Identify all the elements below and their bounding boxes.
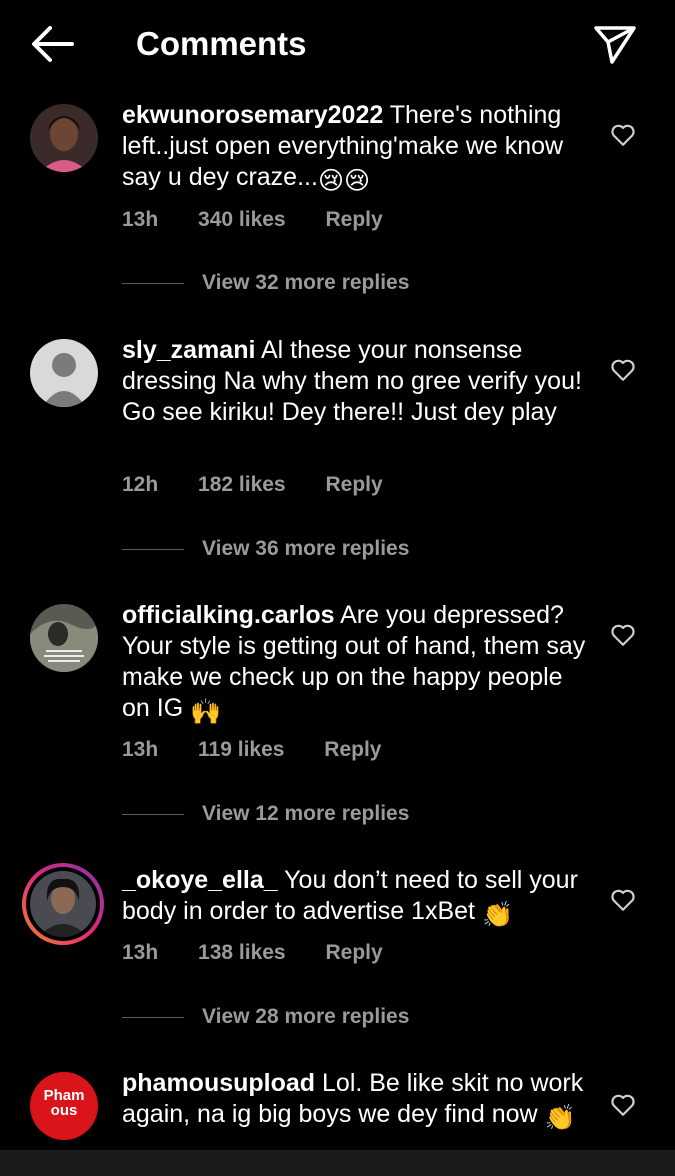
comment-text: sly_zamani Al these your nonsense dressi…: [122, 336, 582, 426]
view-replies-button[interactable]: View 32 more replies: [122, 271, 409, 295]
likes-count[interactable]: 119 likes: [198, 738, 284, 761]
avatar[interactable]: [30, 604, 98, 672]
reply-button[interactable]: Reply: [325, 208, 382, 231]
avatar[interactable]: Pham ous: [30, 1072, 98, 1140]
comment-time: 13h: [122, 941, 159, 964]
comment-username[interactable]: _okoye_ella_: [122, 866, 278, 894]
paper-plane-icon: [594, 26, 636, 64]
comment-text: phamousupload Lol. Be like skit no work …: [122, 1069, 584, 1132]
comment-username[interactable]: officialking.carlos: [122, 601, 335, 629]
heart-icon[interactable]: [610, 1092, 636, 1118]
heart-icon[interactable]: [610, 887, 636, 913]
comment-time: 12h: [122, 473, 159, 496]
clapping-hands-emoji-icon: 👏: [544, 1104, 576, 1132]
comment-time: 13h: [122, 208, 159, 231]
comment-username[interactable]: phamousupload: [122, 1069, 315, 1097]
reply-button[interactable]: Reply: [325, 941, 382, 964]
avatar[interactable]: [30, 339, 98, 407]
heart-icon[interactable]: [610, 357, 636, 383]
comment-meta: 13h 340 likes Reply: [122, 208, 417, 232]
arrow-left-icon: [32, 26, 74, 62]
back-button[interactable]: [28, 22, 78, 66]
comment-username[interactable]: ekwunorosemary2022: [122, 101, 383, 129]
comment-username[interactable]: sly_zamani: [122, 336, 255, 364]
share-button[interactable]: [590, 20, 638, 68]
comment-text: ekwunorosemary2022 There's nothing left.…: [122, 101, 564, 195]
crying-emoji-icon: 😢😢: [317, 167, 371, 195]
likes-count[interactable]: 340 likes: [198, 208, 286, 231]
reply-button[interactable]: Reply: [324, 738, 381, 761]
comment-text: officialking.carlos Are you depressed? Y…: [122, 601, 586, 726]
likes-count[interactable]: 138 likes: [198, 941, 286, 964]
heart-icon[interactable]: [610, 122, 636, 148]
phamous-logo-text: Pham ous: [43, 1087, 85, 1119]
comment-meta: 13h 119 likes Reply: [122, 738, 415, 762]
heart-icon[interactable]: [610, 622, 636, 648]
avatar-story-ring[interactable]: [22, 863, 104, 945]
raising-hands-emoji-icon: 🙌: [190, 698, 222, 726]
reply-button[interactable]: Reply: [325, 473, 382, 496]
view-replies-button[interactable]: View 36 more replies: [122, 537, 409, 561]
view-replies-button[interactable]: View 28 more replies: [122, 1005, 409, 1029]
likes-count[interactable]: 182 likes: [198, 473, 286, 496]
comment-time: 13h: [122, 738, 159, 761]
header: Comments: [0, 0, 675, 88]
clapping-hands-emoji-icon: 👏: [481, 901, 514, 929]
comment-meta: 13h 138 likes Reply: [122, 941, 417, 965]
avatar[interactable]: [30, 104, 98, 172]
comment-item: Pham ous phamousupload Lol. Be like skit…: [0, 1068, 675, 1150]
comment-text: _okoye_ella_ You don’t need to sell your…: [122, 866, 578, 929]
bottom-bar: [0, 1150, 675, 1176]
view-replies-button[interactable]: View 12 more replies: [122, 802, 409, 826]
page-title: Comments: [136, 25, 307, 62]
comment-meta: 12h 182 likes Reply: [122, 473, 417, 497]
